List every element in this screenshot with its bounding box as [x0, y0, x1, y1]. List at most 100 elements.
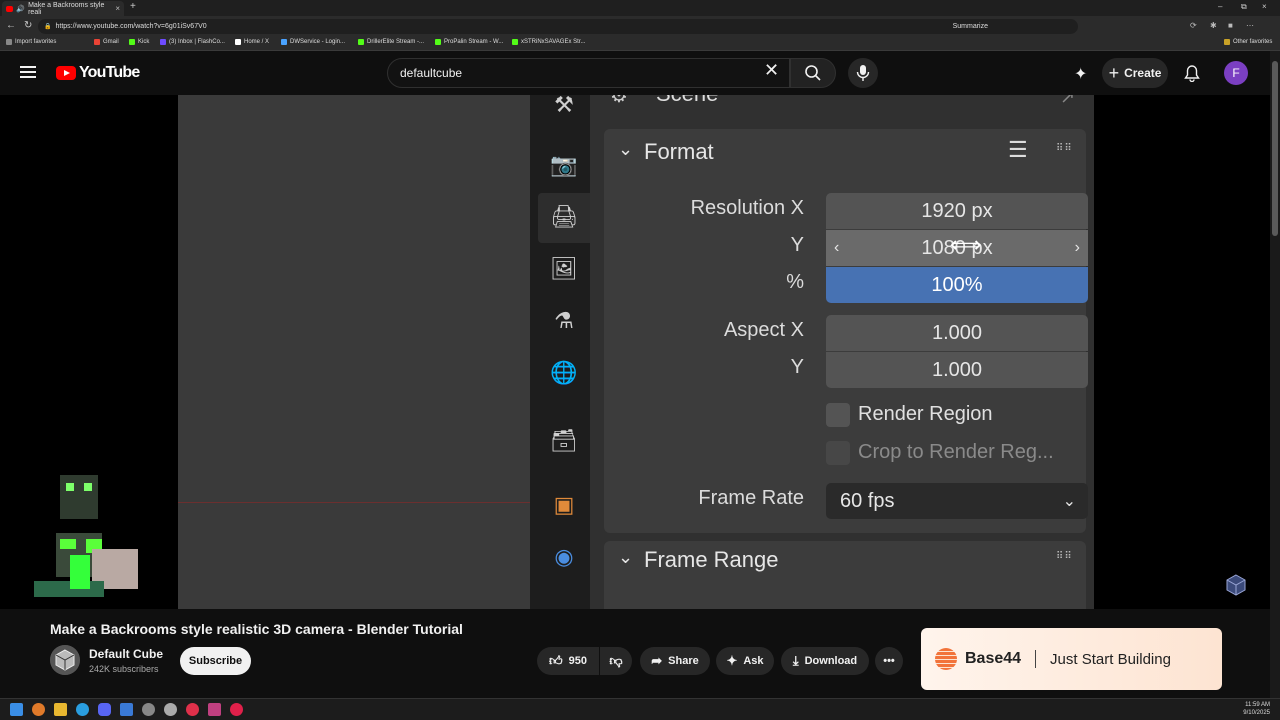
collapse-chevron-icon[interactable]: ⌄: [618, 547, 633, 568]
blender-properties-panel: ⚙ Scene ↗ ⌄ Format ☰ ⠿⠿ Resolution X 192…: [590, 95, 1094, 609]
ask-button[interactable]: ✦ Ask: [716, 647, 774, 675]
video-player[interactable]: ⚒ 📷 🖨 🖼 ⚗ 🌐 🗃 ▣ ◉ ⚙ Scene ↗ ⌄ Format ☰ ⠿…: [0, 95, 1270, 609]
bookmark-item-2[interactable]: Kick: [129, 39, 149, 45]
other-favorites[interactable]: Other favorites: [1224, 39, 1272, 45]
store-icon[interactable]: [120, 703, 133, 716]
search-input[interactable]: defaultcube: [387, 58, 790, 88]
ad-divider: [1035, 650, 1037, 668]
clock-time: 11:59 AM: [1245, 702, 1270, 708]
collection-icon: 🗃: [550, 428, 578, 453]
voice-search-button[interactable]: [848, 58, 878, 88]
youtube-logo[interactable]: YouTube: [56, 64, 140, 82]
presets-list-icon[interactable]: ☰: [1008, 137, 1028, 163]
clear-search-icon[interactable]: ✕: [764, 60, 779, 81]
speaker-icon[interactable]: 🔊: [16, 5, 25, 13]
object-icon: ▣: [553, 492, 575, 517]
app-icon[interactable]: [32, 703, 45, 716]
start-icon[interactable]: [10, 703, 23, 716]
youtube-header: YouTube defaultcube ✕ ✦ + Create F: [0, 51, 1280, 95]
refresh-icon[interactable]: ↻: [24, 20, 32, 31]
bookmark-item-0[interactable]: Import favorites: [6, 39, 56, 45]
file-explorer-icon[interactable]: [54, 703, 67, 716]
sparkle-icon: ✦: [726, 653, 738, 668]
scene-icon-small: ⚙: [610, 95, 628, 107]
dislike-button[interactable]: 👎︎: [600, 647, 632, 675]
mic-icon: [856, 65, 870, 81]
bookmark-item-7[interactable]: ProPalin Stream - W...: [435, 39, 503, 45]
edge-icon[interactable]: [76, 703, 89, 716]
create-button[interactable]: + Create: [1102, 58, 1168, 88]
settings-icon[interactable]: [164, 703, 177, 716]
render-region-checkbox[interactable]: [826, 403, 850, 427]
bookmark-item-8[interactable]: xSTRiNxSAVAGEx Str...: [512, 39, 585, 45]
subscribe-button[interactable]: Subscribe: [180, 647, 251, 675]
url-field[interactable]: 🔒 https://www.youtube.com/watch?v=6g01iS…: [38, 19, 1078, 34]
profile-icon[interactable]: ■: [1228, 21, 1233, 30]
aspect-y-field[interactable]: 1.000: [826, 352, 1088, 388]
system-clock[interactable]: 11:59 AM 9/10/2025: [1243, 701, 1270, 717]
download-icon: ⤓: [792, 653, 799, 668]
tab-close-icon[interactable]: ×: [115, 4, 120, 13]
frame-rate-dropdown[interactable]: 60 fps ⌄: [826, 483, 1088, 519]
clock-date: 9/10/2025: [1243, 710, 1270, 716]
app-icon[interactable]: [230, 703, 243, 716]
drag-handle-icon[interactable]: ⠿⠿: [1056, 143, 1073, 154]
share-button[interactable]: ➦ Share: [640, 647, 710, 675]
increment-chevron-icon[interactable]: ›: [1075, 239, 1080, 257]
like-button[interactable]: 👍︎ 950: [537, 647, 599, 675]
dwservice-icon: [281, 39, 287, 45]
bookmark-item-1[interactable]: Gmail: [94, 39, 119, 45]
browser-tab[interactable]: 🔊 Make a Backrooms style reali ×: [2, 1, 124, 16]
bookmark-item-5[interactable]: DWService - Login...: [281, 39, 345, 45]
format-title[interactable]: Format: [644, 139, 714, 165]
extension-icon[interactable]: ⟳: [1190, 21, 1197, 30]
scrollbar-thumb[interactable]: [1272, 61, 1278, 236]
gemini-icon[interactable]: ✦: [1074, 64, 1087, 84]
more-actions-button[interactable]: •••: [875, 647, 903, 675]
resolution-percent-field[interactable]: 100%: [826, 267, 1088, 303]
channel-watermark-icon[interactable]: [1224, 573, 1248, 597]
summarize-button[interactable]: Summarize: [953, 23, 988, 30]
resolution-x-field[interactable]: 1920 px: [826, 193, 1088, 229]
bookmark-item-6[interactable]: DrillerElite Stream -...: [358, 39, 424, 45]
window-close-icon[interactable]: ×: [1262, 2, 1267, 11]
frame-range-title[interactable]: Frame Range: [644, 547, 779, 573]
restore-icon[interactable]: ⧉: [1241, 2, 1247, 12]
resolution-y-field[interactable]: ‹ 1080 px › ⟺: [826, 230, 1088, 266]
sponsored-ad-banner[interactable]: Base44 Just Start Building: [921, 628, 1222, 690]
format-panel: ⌄ Format ☰ ⠿⠿ Resolution X 1920 px Y ‹ 1…: [604, 129, 1088, 533]
aspect-x-field[interactable]: 1.000: [826, 315, 1088, 351]
search-button[interactable]: [790, 58, 836, 88]
back-icon[interactable]: ←: [6, 20, 16, 31]
ad-tagline: Just Start Building: [1050, 650, 1171, 668]
youtube-favicon-icon: [6, 5, 14, 12]
decrement-chevron-icon[interactable]: ‹: [834, 239, 839, 257]
menu-dots-icon[interactable]: ⋯: [1246, 21, 1254, 30]
channel-name[interactable]: Default Cube: [89, 647, 163, 661]
thumbs-down-icon: 👎︎: [609, 653, 623, 668]
new-tab-icon[interactable]: +: [130, 1, 136, 12]
menu-icon[interactable]: [20, 66, 36, 78]
page-scrollbar[interactable]: [1270, 51, 1280, 698]
minimize-icon[interactable]: –: [1218, 2, 1222, 11]
video-info: Make a Backrooms style realistic 3D came…: [0, 609, 1280, 698]
avatar[interactable]: F: [1224, 61, 1248, 85]
puzzle-icon[interactable]: ✱: [1210, 21, 1217, 30]
drag-handle-icon[interactable]: ⠿⠿: [1056, 551, 1073, 562]
app-icon[interactable]: [186, 703, 199, 716]
notifications-bell-icon[interactable]: [1184, 65, 1200, 82]
cube-icon: [50, 645, 80, 675]
bookmark-item-4[interactable]: Home / X: [235, 39, 269, 45]
collapse-chevron-icon[interactable]: ⌄: [618, 139, 633, 160]
download-button[interactable]: ⤓ Download: [781, 647, 869, 675]
discord-icon[interactable]: [98, 703, 111, 716]
youtube-logo-text: YouTube: [79, 64, 140, 81]
viewport-x-axis-line: [178, 502, 530, 503]
share-label: Share: [668, 655, 699, 667]
app-icon[interactable]: [142, 703, 155, 716]
crop-checkbox[interactable]: [826, 441, 850, 465]
create-label: Create: [1124, 66, 1162, 80]
channel-avatar[interactable]: [50, 645, 80, 675]
app-icon[interactable]: [208, 703, 221, 716]
bookmark-item-3[interactable]: (3) Inbox | FlashCo...: [160, 39, 225, 45]
